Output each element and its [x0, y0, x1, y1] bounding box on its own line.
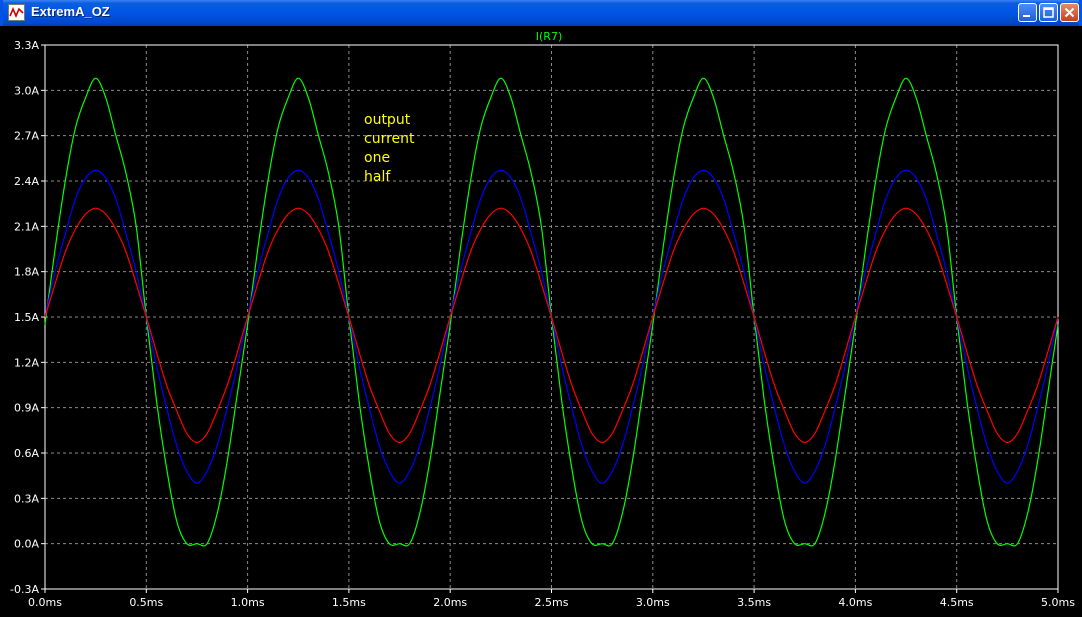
annotation-line: current	[364, 131, 415, 147]
annotation-line: half	[364, 169, 391, 185]
y-tick-label: 0.9A	[14, 402, 39, 415]
y-tick-label: 0.6A	[14, 447, 39, 460]
title-bar[interactable]: ExtremA_OZ	[3, 0, 1079, 26]
window-title: ExtremA_OZ	[31, 4, 110, 19]
x-tick-label: 3.5ms	[737, 596, 771, 609]
x-tick-label: 0.5ms	[129, 596, 163, 609]
y-tick-label: 3.3A	[14, 39, 39, 52]
x-tick-label: 3.0ms	[636, 596, 670, 609]
y-tick-label: 1.8A	[14, 266, 39, 279]
x-tick-label: 5.0ms	[1041, 596, 1075, 609]
y-tick-label: 0.3A	[14, 492, 39, 505]
y-tick-label: 1.5A	[14, 311, 39, 324]
y-tick-label: 1.2A	[14, 356, 39, 369]
minimize-icon[interactable]	[1018, 3, 1037, 22]
y-tick-label: 2.4A	[14, 175, 39, 188]
x-tick-label: 1.0ms	[231, 596, 265, 609]
waveform-plot[interactable]: 3.3A 3.0A 2.7A 2.4A 2.1A 1.8A 1.5A 1.2A 0.9A 0.6A…	[0, 26, 1082, 617]
x-tick-label: 2.0ms	[433, 596, 467, 609]
maximize-icon[interactable]	[1039, 3, 1058, 22]
plot-background	[0, 26, 1082, 617]
x-tick-label: 4.5ms	[940, 596, 974, 609]
x-tick-label: 2.5ms	[535, 596, 569, 609]
x-tick-label: 0.0ms	[28, 596, 62, 609]
annotation-line: one	[364, 150, 390, 166]
trace-title[interactable]: I(R7)	[536, 30, 562, 43]
x-tick-label: 4.0ms	[838, 596, 872, 609]
y-tick-label: 0.0A	[14, 538, 39, 551]
y-tick-label: 2.7A	[14, 130, 39, 143]
annotation-line: output	[364, 112, 411, 128]
x-tick-label: 1.5ms	[332, 596, 366, 609]
close-icon[interactable]	[1060, 3, 1079, 22]
y-tick-label: 3.0A	[14, 84, 39, 97]
y-tick-label: -0.3A	[10, 583, 39, 596]
waveform-app-icon[interactable]	[8, 4, 25, 21]
y-tick-label: 2.1A	[14, 220, 39, 233]
plot-window: ExtremA_OZ 3.3A 3.0A 2.7A 2.4A 2.1A 1.8A 1.5A 1…	[0, 0, 1082, 617]
